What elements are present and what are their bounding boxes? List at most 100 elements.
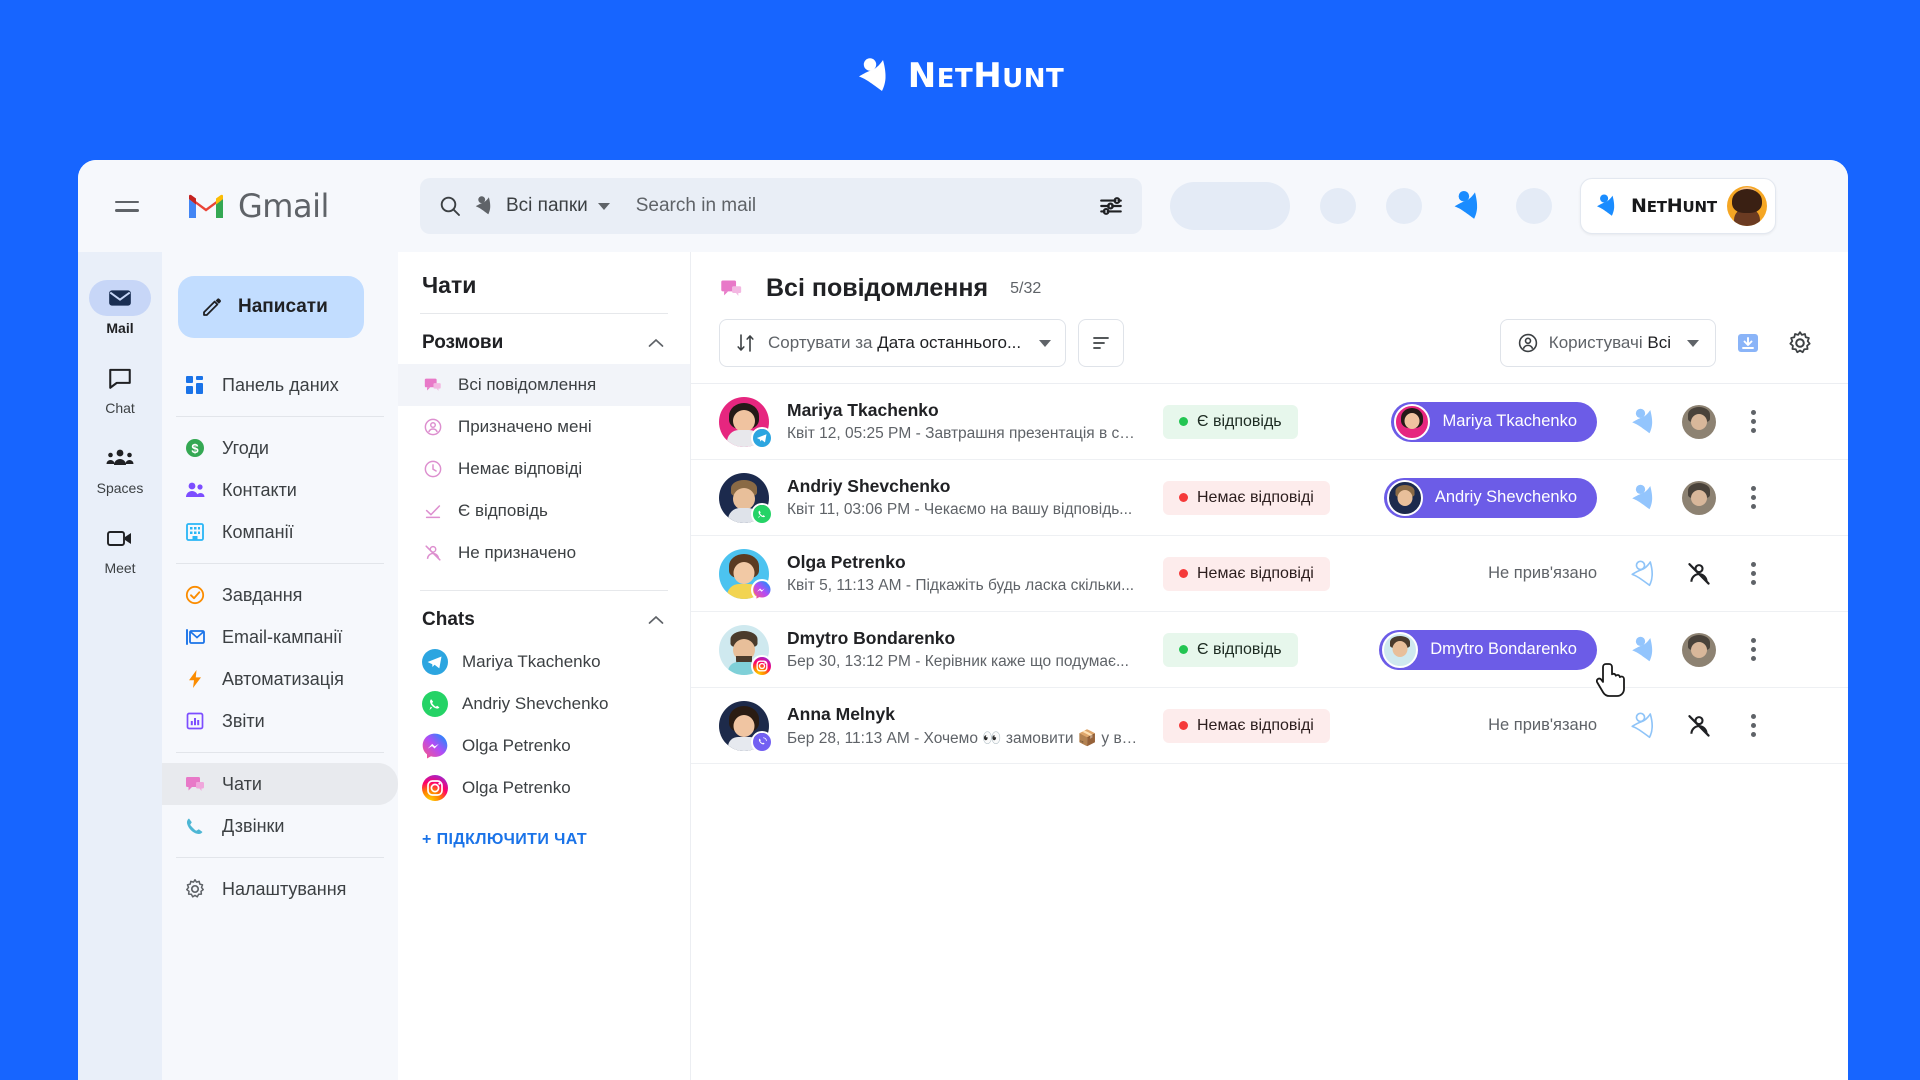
sidebar-item-tasks[interactable]: Завдання (162, 574, 398, 616)
deals-dollar-icon: $ (184, 437, 206, 459)
sidebar-item-settings[interactable]: Налаштування (162, 868, 398, 910)
nethunt-assign-icon[interactable] (1623, 476, 1667, 520)
row-snippet: Квіт 5, 11:13 AM - Підкажіть будь ласка … (787, 577, 1135, 594)
chat-contact-mariya-telegram[interactable]: Mariya Tkachenko (398, 641, 690, 683)
nav-group-3: Чати Дзвінки (162, 759, 398, 851)
rail-item-meet[interactable]: Meet (84, 514, 156, 586)
users-filter-dropdown[interactable]: Користувачі Всі (1499, 319, 1716, 367)
row-actions (1623, 704, 1775, 748)
sidebar-item-companies[interactable]: Компанії (162, 511, 398, 553)
topbar-placeholder-pill (1170, 182, 1290, 230)
archive-button[interactable] (1728, 323, 1768, 363)
no-assignee-icon[interactable] (1677, 704, 1721, 748)
owner-avatar[interactable] (1677, 400, 1721, 444)
search-input[interactable]: Всі папки Search in mail (420, 178, 1142, 234)
sidebar-item-contacts[interactable]: Контакти (162, 469, 398, 511)
search-icon[interactable] (438, 194, 462, 218)
section-title-conversations: Розмови (422, 332, 504, 353)
kebab-menu-icon[interactable] (1731, 628, 1775, 672)
sort-direction-button[interactable] (1078, 319, 1125, 367)
rail-item-mail[interactable]: Mail (84, 274, 156, 346)
nav-group-1: $ Угоди Контакти Компанії (162, 423, 398, 557)
sidebar-item-reports[interactable]: Звіти (162, 700, 398, 742)
chats-filter-no-reply[interactable]: Немає відповіді (398, 448, 690, 490)
kebab-menu-icon[interactable] (1731, 476, 1775, 520)
chats-filter-label-all: Всі повідомлення (458, 375, 597, 394)
chevron-down-icon[interactable] (1039, 339, 1052, 347)
page-title: Всі повідомлення (766, 274, 989, 302)
rail-item-spaces[interactable]: Spaces (84, 434, 156, 506)
kebab-menu-icon[interactable] (1731, 552, 1775, 596)
chat-contact-olga-messenger[interactable]: Olga Petrenko (398, 725, 690, 767)
nethunt-assign-outline-icon[interactable] (1623, 704, 1667, 748)
chats-filter-all-messages[interactable]: Всі повідомлення (398, 364, 690, 406)
sort-lines-icon (1093, 337, 1110, 349)
sidebar-item-chats[interactable]: Чати (162, 763, 398, 805)
owner-avatar[interactable] (1677, 628, 1721, 672)
sort-dropdown[interactable]: Сортувати за Дата останнього... (719, 319, 1067, 367)
rail-item-chat[interactable]: Chat (84, 354, 156, 426)
owner-avatar[interactable] (1677, 476, 1721, 520)
section-header-conversations[interactable]: Розмови (398, 314, 690, 364)
chats-filter-assigned-to-me[interactable]: Призначено мені (398, 406, 690, 448)
linked-contact-name: Dmytro Bondarenko (1430, 640, 1577, 658)
row-contact-name: Anna Melnyk (787, 703, 895, 724)
instagram-icon (751, 654, 773, 677)
tasks-check-icon (184, 584, 206, 606)
tune-filter-icon[interactable] (1098, 193, 1124, 219)
no-assignee-icon[interactable] (1677, 552, 1721, 596)
unlinked-label[interactable]: Не прив'язано (1488, 716, 1597, 735)
avatar[interactable] (1726, 186, 1767, 226)
table-row[interactable]: Andriy Shevchenko Квіт 11, 03:06 PM - Че… (691, 460, 1848, 536)
chevron-down-icon[interactable] (1687, 339, 1699, 347)
chats-filter-replied[interactable]: Є відповідь (398, 490, 690, 532)
avatar (1386, 479, 1423, 516)
spaces-people-icon (106, 449, 134, 465)
table-row[interactable]: Olga Petrenko Квіт 5, 11:13 AM - Підкажі… (691, 536, 1848, 612)
rail-label-mail: Mail (106, 320, 134, 336)
linked-contact-chip[interactable]: Dmytro Bondarenko (1379, 629, 1597, 670)
sidebar-label-email-campaigns: Email-кампанії (222, 626, 343, 647)
linked-contact-chip[interactable]: Mariya Tkachenko (1391, 401, 1597, 442)
hamburger-icon[interactable] (104, 183, 150, 229)
viber-icon (751, 730, 773, 753)
sidebar-item-dashboard[interactable]: Панель даних (162, 364, 398, 406)
kebab-menu-icon[interactable] (1731, 400, 1775, 444)
chevron-down-icon[interactable] (597, 202, 610, 210)
sidebar-item-automation[interactable]: Автоматизація (162, 658, 398, 700)
gmail-logo[interactable]: Gmail (186, 187, 398, 225)
row-link-col: Не прив'язано (1329, 564, 1597, 583)
sidebar-item-deals[interactable]: $ Угоди (162, 427, 398, 469)
mail-icon (109, 290, 131, 306)
connect-chat-button[interactable]: + ПІДКЛЮЧИТИ ЧАТ (398, 809, 690, 849)
chevron-up-icon[interactable] (648, 338, 664, 348)
sidebar-item-calls[interactable]: Дзвінки (162, 805, 398, 847)
chevron-up-icon[interactable] (648, 615, 664, 625)
chat-contact-olga-instagram[interactable]: Olga Petrenko (398, 767, 690, 809)
folder-filter-dropdown[interactable]: Всі папки (474, 195, 610, 217)
row-link-col: Не прив'язано (1329, 716, 1597, 735)
kebab-menu-icon[interactable] (1731, 704, 1775, 748)
chat-contact-andriy-whatsapp[interactable]: Andriy Shevchenko (398, 683, 690, 725)
table-row[interactable]: Dmytro Bondarenko Бер 30, 13:12 PM - Кер… (691, 612, 1848, 688)
sidebar-item-email-campaigns[interactable]: Email-кампанії (162, 616, 398, 658)
settings-button[interactable] (1780, 323, 1820, 363)
table-row[interactable]: Mariya Tkachenko Квіт 12, 05:25 PM - Зав… (691, 384, 1848, 460)
linked-contact-chip[interactable]: Andriy Shevchenko (1383, 477, 1597, 518)
mail-icon-box (89, 280, 151, 316)
table-row[interactable]: Anna Melnyk Бер 28, 11:13 AM - Хочемо 👀 … (691, 688, 1848, 764)
nethunt-bird-icon[interactable] (1452, 189, 1486, 223)
linked-contact-name: Andriy Shevchenko (1434, 488, 1577, 506)
gmail-label: Gmail (238, 187, 329, 225)
topbar-placeholder-dot-2 (1386, 188, 1422, 224)
nethunt-assign-outline-icon[interactable] (1623, 552, 1667, 596)
section-header-chats[interactable]: Chats (398, 591, 690, 641)
compose-button[interactable]: Написати (178, 276, 364, 338)
chats-filter-unassigned[interactable]: Не призначено (398, 532, 690, 574)
dashboard-icon (184, 374, 206, 396)
unlinked-label[interactable]: Не прив'язано (1488, 564, 1597, 583)
search-placeholder: Search in mail (635, 195, 757, 216)
nethunt-assign-icon[interactable] (1623, 628, 1667, 672)
nethunt-account-chip[interactable]: NETHUNT (1580, 178, 1776, 234)
nethunt-assign-icon[interactable] (1623, 400, 1667, 444)
